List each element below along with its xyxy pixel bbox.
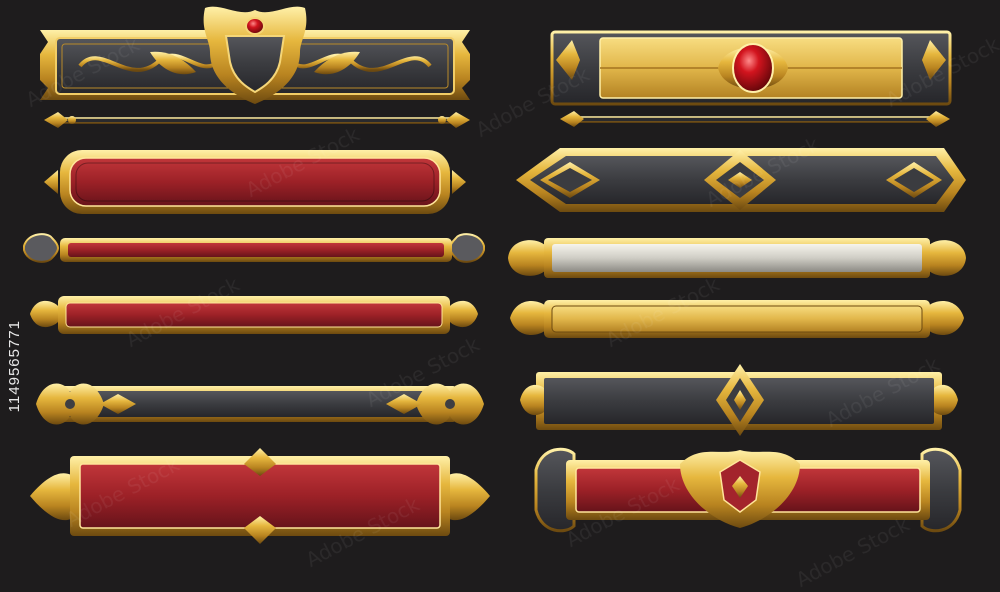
banner-fleur-caps-gold <box>510 300 964 338</box>
banner-thin-rod-left <box>44 112 470 128</box>
banner-crest-crown <box>40 6 470 105</box>
banner-rounded-red <box>44 150 466 214</box>
banner-diamond-arrows <box>516 148 966 212</box>
banner-cross-ornaments <box>36 383 484 425</box>
banner-diamond-center <box>520 364 958 436</box>
banner-fleur-caps-red <box>30 296 478 334</box>
banner-crest-center-red <box>534 447 962 533</box>
banner-scroll-caps-red <box>23 233 485 263</box>
banner-sheet <box>23 6 966 544</box>
banner-thin-rod-right <box>560 111 950 127</box>
banner-scroll-caps-silver <box>508 238 966 278</box>
banner-wing-caps-red <box>30 448 490 544</box>
banner-gem-center-gold <box>550 30 952 106</box>
stock-id-text: 1149565771 <box>6 320 23 413</box>
